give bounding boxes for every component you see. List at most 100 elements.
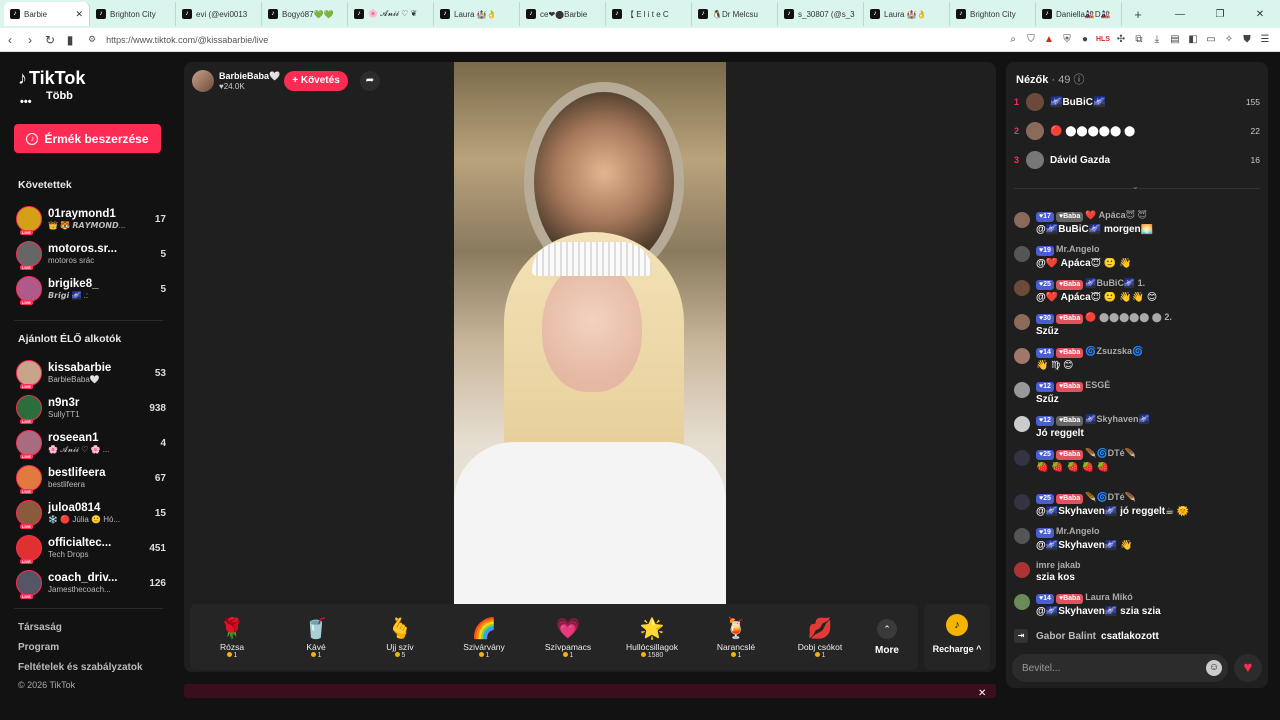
- brave-shield-icon[interactable]: ⛉: [1022, 34, 1040, 45]
- browser-tab[interactable]: ♪ Daniella🎎D🎎: [1036, 2, 1122, 26]
- fan-club-badge: ♥Baba: [1055, 450, 1084, 460]
- chat-message[interactable]: ♥17 ♥Baba ❤️ Apáca😇 😇 @🌌BuBiC🌌 morgen🌅: [1014, 210, 1260, 235]
- reload-icon[interactable]: ↻: [40, 33, 60, 47]
- browser-tab[interactable]: ♪ Brighton City: [950, 2, 1036, 26]
- leo-icon[interactable]: ✧: [1220, 34, 1238, 45]
- sidebar-toggle-icon[interactable]: ◧: [1184, 34, 1202, 45]
- host-info[interactable]: BarbieBaba🤍 ♥24.0K: [192, 70, 280, 92]
- chat-message[interactable]: ♥14 ♥Baba 🌀Zsuzska🌀 👋 ♍ 😊: [1014, 346, 1260, 371]
- host-avatar[interactable]: [192, 70, 214, 92]
- account-name: motoros.sr...: [48, 243, 118, 255]
- sidebar-account[interactable]: LIVE motoros.sr... motoros srác 5: [16, 239, 166, 270]
- chat-message[interactable]: ♥12 ♥Baba 🌌Skyhaven🌌 Jó reggelt: [1014, 414, 1260, 439]
- follow-button[interactable]: + Követés: [284, 71, 348, 91]
- viewers-title[interactable]: Nézők · 49 ⓘ: [1016, 71, 1085, 87]
- vpn-icon[interactable]: ⛊: [1238, 34, 1256, 45]
- live-badge: LIVE: [20, 594, 33, 599]
- get-coins-button[interactable]: ♪ Érmék beszerzése: [14, 124, 161, 153]
- browser-tab[interactable]: ♪ evi (@evi0013: [176, 2, 262, 26]
- chat-message[interactable]: ♥12 ♥Baba ESGÉ Szűz: [1014, 380, 1260, 405]
- browser-tab[interactable]: ♪ ce❤⬤Barbie: [520, 2, 606, 26]
- chat-message[interactable]: ♥14 ♥Baba Laura Mikó @🌌Skyhaven🌌 szia szia: [1014, 592, 1260, 617]
- copy-icon[interactable]: ⧉: [1130, 34, 1148, 45]
- browser-tab[interactable]: ♪ Laura 🏰👌: [864, 2, 950, 26]
- sidebar-account[interactable]: LIVE 01raymond1 👑 🐯 𝙍𝘼𝙔𝙈𝙊𝙉𝘿... 17: [16, 204, 166, 235]
- restore-icon[interactable]: ❐: [1200, 9, 1240, 20]
- like-heart-button[interactable]: ♥: [1234, 654, 1262, 682]
- gift-item[interactable]: 💋 Dobj csókot 1: [778, 616, 862, 659]
- chat-message[interactable]: ♥25 ♥Baba 🪶🌀DTé🪶 @🌌Skyhaven🌌 jó reggelt☕ 🌞: [1014, 492, 1260, 517]
- recharge-button[interactable]: ♪ Recharge ^: [924, 604, 990, 670]
- bookmark-icon[interactable]: ▮: [60, 33, 80, 47]
- top-viewer-row[interactable]: 1 🌌BuBiC🌌 155: [1014, 91, 1260, 113]
- footer-link[interactable]: Feltételek és szabályzatok: [18, 662, 143, 673]
- shield-extension-icon[interactable]: ⛨: [1058, 34, 1076, 45]
- color-extension-icon[interactable]: ●: [1076, 34, 1094, 45]
- menu-icon[interactable]: ☰: [1256, 34, 1274, 45]
- tab-label: 【 E l i t e C: [626, 9, 669, 19]
- puzzle-icon[interactable]: ✣: [1112, 34, 1130, 45]
- tiktok-tab-icon: ♪: [354, 9, 364, 19]
- sidebar-account[interactable]: LIVE coach_driv... Jamesthecoach... 126: [16, 568, 166, 599]
- sidebar-account[interactable]: LIVE juloa0814 ❄️ 🔴 Júlia 🙂 Hó... 15: [16, 498, 166, 529]
- chat-message[interactable]: ♥25 ♥Baba 🪶🌀DTé🪶 🍓 🍓 🍓 🍓 🍓: [1014, 448, 1260, 473]
- download-icon[interactable]: ⤓: [1148, 34, 1166, 45]
- browser-tab[interactable]: ♪ Brighton City: [90, 2, 176, 26]
- tiktok-tab-icon: ♪: [268, 9, 278, 19]
- tiktok-logo[interactable]: ♪ TikTok: [18, 68, 85, 89]
- sidebar-account[interactable]: LIVE brigike8_ 𝘽𝙧𝙞𝙜𝙞 🌌 .: 5: [16, 274, 166, 305]
- sidebar-account[interactable]: LIVE kissabarbie BarbieBaba🤍 53: [16, 358, 166, 389]
- gift-item[interactable]: 🥤 Kávé 1: [274, 616, 358, 659]
- top-viewer-row[interactable]: 2 🔴 ⬤⬤⬤⬤⬤ ⬤ 22: [1014, 120, 1260, 142]
- chat-message[interactable]: imre jakab szia kos: [1014, 560, 1260, 583]
- browser-tab[interactable]: ♪ Laura 🏰👌: [434, 2, 520, 26]
- footer-link[interactable]: Társaság: [18, 622, 62, 633]
- wallet-icon[interactable]: ▭: [1202, 34, 1220, 45]
- forward-icon[interactable]: ›: [20, 33, 40, 47]
- gift-item[interactable]: 🫰 Ujj szív 5: [358, 616, 442, 659]
- new-tab-button[interactable]: +: [1128, 7, 1148, 22]
- gift-item[interactable]: 🌈 Szivárvány 1: [442, 616, 526, 659]
- sidebar-account[interactable]: LIVE n9n3r SullyTT1 938: [16, 393, 166, 424]
- brave-rewards-icon[interactable]: ▲: [1040, 34, 1058, 45]
- live-video[interactable]: [454, 62, 726, 604]
- top-viewer-row[interactable]: 3 Dávid Gazda 16: [1014, 149, 1260, 171]
- footer-link[interactable]: Program: [18, 642, 59, 653]
- site-info-icon[interactable]: ⚙: [88, 34, 96, 45]
- gift-item[interactable]: 🌟 Hullócsillagok 1580: [610, 616, 694, 659]
- chat-input[interactable]: [1022, 654, 1202, 682]
- back-icon[interactable]: ‹: [0, 33, 20, 47]
- browser-tab[interactable]: ♪ s_30807 (@s_3: [778, 2, 864, 26]
- more-gifts-button[interactable]: ⌃ More: [862, 618, 912, 656]
- chat-message[interactable]: ♥19 Mr.Angelo @🌌Skyhaven🌌 👋: [1014, 526, 1260, 551]
- close-window-icon[interactable]: ✕: [1240, 9, 1280, 20]
- avatar: LIVE: [16, 465, 42, 494]
- browser-tab[interactable]: ♪ 【 E l i t e C: [606, 2, 692, 26]
- bottom-banner[interactable]: [184, 684, 996, 698]
- browser-tab[interactable]: ♪ 🐧Dr Melcsu: [692, 2, 778, 26]
- chat-message[interactable]: ♥19 Mr.Angelo @❤️ Apáca😇 🙂 👋: [1014, 244, 1260, 269]
- sidebar-account[interactable]: LIVE roseean1 🌸 𝓐𝓷𝓲𝓲 ♡ 🌸 ... 4: [16, 428, 166, 459]
- chat-message[interactable]: ♥25 ♥Baba 🌌BuBiC🌌 1. @❤️ Apáca😇 🙂 👋👋 😊: [1014, 278, 1260, 303]
- hls-extension-icon[interactable]: HLS: [1094, 36, 1112, 43]
- browser-tab[interactable]: ♪ Bogyó87💚💚: [262, 2, 348, 26]
- banner-close-icon[interactable]: ✕: [978, 688, 986, 699]
- expand-chevron-icon[interactable]: ⌄: [1132, 182, 1139, 191]
- tab-close-icon[interactable]: ✕: [75, 9, 83, 20]
- browser-tab[interactable]: ♪ Barbie ✕: [4, 2, 90, 26]
- share-icon[interactable]: ➦: [360, 71, 380, 91]
- minimize-icon[interactable]: —: [1160, 9, 1200, 20]
- info-icon[interactable]: ⓘ: [1074, 74, 1085, 86]
- zoom-icon[interactable]: ⌕: [1004, 34, 1022, 45]
- browser-tab[interactable]: ♪ 🌸 𝓐𝓷𝓲𝓲 ♡ ❦: [348, 2, 434, 26]
- sidebar-account[interactable]: LIVE officialtec... Tech Drops 451: [16, 533, 166, 564]
- sidebar-account[interactable]: LIVE bestlifeera bestlifeera 67: [16, 463, 166, 494]
- gift-item[interactable]: 🍹 Narancslé 1: [694, 616, 778, 659]
- library-icon[interactable]: ▤: [1166, 34, 1184, 45]
- chat-message[interactable]: ♥30 ♥Baba 🔴 ⬤⬤⬤⬤⬤ ⬤ 2. Szűz: [1014, 312, 1260, 337]
- more-menu[interactable]: ••• Több: [20, 90, 73, 108]
- emoji-icon[interactable]: ☺: [1206, 660, 1222, 676]
- gift-item[interactable]: 🌹 Rózsa 1: [190, 616, 274, 659]
- gift-item[interactable]: 💗 Szívpamacs 1: [526, 616, 610, 659]
- url-field[interactable]: ⚙ https://www.tiktok.com/@kissabarbie/li…: [88, 34, 1004, 45]
